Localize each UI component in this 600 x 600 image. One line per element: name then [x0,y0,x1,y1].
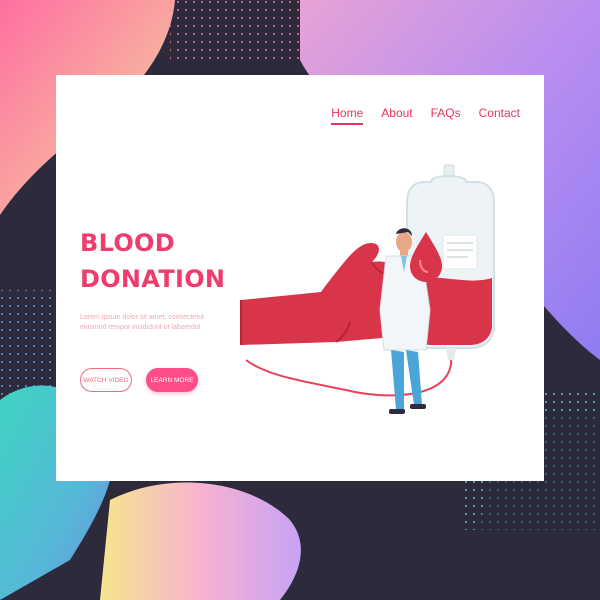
nav-contact[interactable]: Contact [479,106,520,125]
nav-faqs[interactable]: FAQs [431,106,461,125]
hero-description: Lorem ipsum dolor sit amet, consectetur … [80,314,205,331]
donor-hand [240,242,406,345]
watch-video-button[interactable]: WATCH VIDEO [80,368,132,392]
hero-title-line1: BLOOD [80,229,175,257]
hero-title: BLOOD DONATION [80,225,225,297]
nav-about[interactable]: About [381,106,412,125]
nav-home[interactable]: Home [331,106,364,125]
learn-more-button[interactable]: LEARN MORE [146,368,198,392]
landing-card: Home About FAQs Contact BLOOD DONATION L… [56,75,544,481]
top-nav: Home About FAQs Contact [331,106,520,125]
blood-donation-illustration [240,164,495,414]
hero-title-line2: DONATION [80,265,226,293]
